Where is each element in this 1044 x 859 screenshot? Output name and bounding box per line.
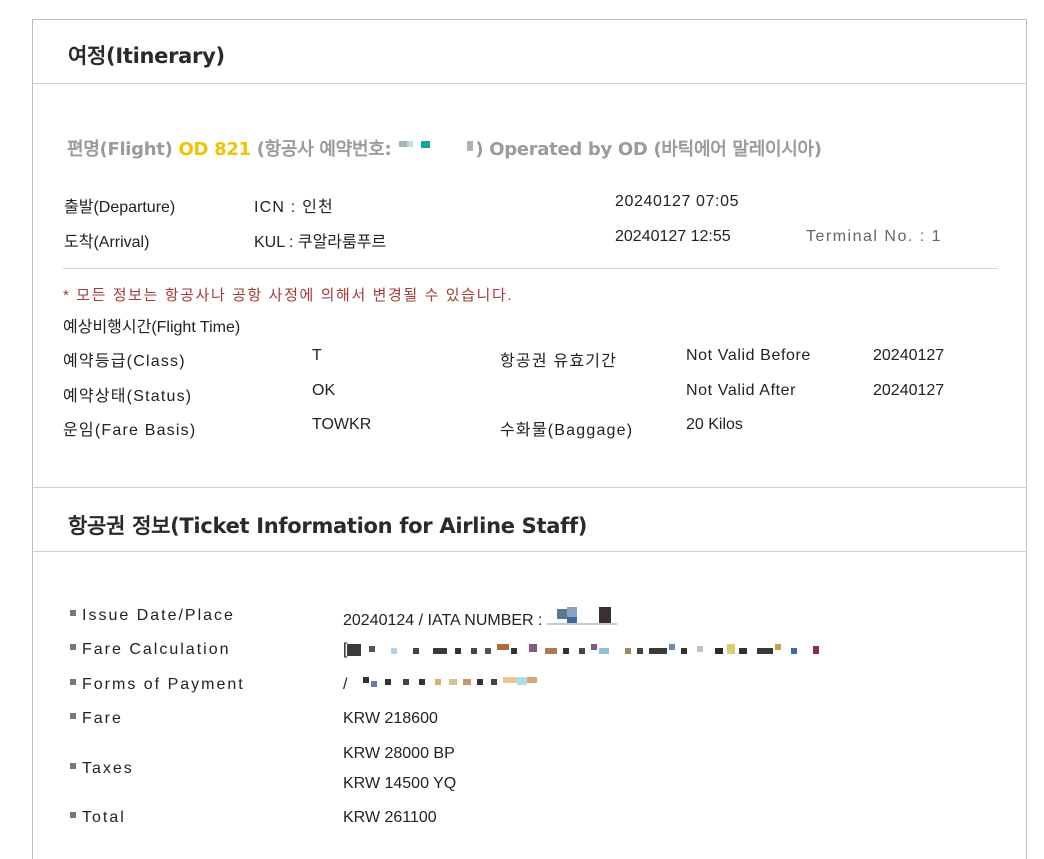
baggage-label: 수화물(Baggage)	[500, 422, 634, 439]
fare-basis-label: 운임(Fare Basis)	[63, 422, 197, 439]
departure-datetime: 20240127 07:05	[615, 193, 740, 210]
status-value: OK	[312, 382, 336, 399]
redacted-payment-info	[361, 676, 551, 693]
issue-date-value: 20240124 / IATA NUMBER :	[343, 607, 619, 630]
fare-calculation-label: Fare Calculation	[70, 641, 231, 659]
tax-yq-value: KRW 14500 YQ	[343, 775, 457, 792]
validity-label: 항공권 유효기간	[500, 353, 618, 370]
fare-basis-value: TOWKR	[312, 416, 372, 433]
arrival-terminal: Terminal No. : 1	[806, 228, 943, 245]
flight-time-label: 예상비행시간(Flight Time)	[63, 319, 241, 336]
itinerary-header: 여정(Itinerary)	[32, 19, 1027, 84]
not-valid-after-label: Not Valid After	[686, 382, 797, 399]
redacted-booking-number	[397, 141, 475, 159]
class-label: 예약등급(Class)	[63, 353, 186, 370]
not-valid-before-value: 20240127	[873, 347, 945, 364]
total-value: KRW 261100	[343, 809, 437, 826]
class-value: T	[312, 347, 322, 364]
flight-number: OD 821	[178, 139, 251, 160]
arrival-place: KUL : 쿠알라룸푸르	[254, 234, 387, 251]
ticket-info-title: 항공권 정보(Ticket Information for Airline St…	[68, 514, 588, 538]
flight-line: 편명(Flight) OD 821 (항공사 예약번호: ) Operated …	[67, 135, 822, 161]
itinerary-title: 여정(Itinerary)	[68, 44, 225, 68]
flight-prefix: 편명(Flight)	[67, 139, 179, 160]
issue-date-label: Issue Date/Place	[70, 607, 235, 625]
redacted-iata-number	[546, 607, 619, 629]
change-notice: * 모든 정보는 항공사나 공항 사정에 의해서 변경될 수 있습니다.	[63, 287, 514, 304]
forms-of-payment-label: Forms of Payment	[70, 676, 245, 694]
forms-of-payment-value: /	[343, 676, 551, 694]
status-label: 예약상태(Status)	[63, 388, 193, 405]
issue-date-text: 20240124 / IATA NUMBER :	[343, 612, 547, 629]
fare-label: Fare	[70, 710, 123, 728]
arrival-label: 도착(Arrival)	[64, 234, 150, 251]
total-label: Total	[70, 809, 126, 827]
departure-label: 출발(Departure)	[64, 199, 176, 216]
ticket-info-header: 항공권 정보(Ticket Information for Airline St…	[32, 487, 1027, 552]
fare-value: KRW 218600	[343, 710, 438, 727]
taxes-label: Taxes	[70, 760, 134, 778]
fare-calculation-value: [	[343, 641, 822, 659]
tax-bp-value: KRW 28000 BP	[343, 745, 455, 762]
arrival-datetime: 20240127 12:55	[615, 228, 731, 245]
operated-by: ) Operated by OD (바틱에어 말레이시아)	[475, 139, 822, 160]
departure-place: ICN : 인천	[254, 199, 334, 216]
baggage-value: 20 Kilos	[686, 416, 743, 433]
redacted-fare-calculation	[347, 642, 822, 658]
itinerary-divider	[63, 268, 998, 269]
not-valid-before-label: Not Valid Before	[686, 347, 811, 364]
not-valid-after-value: 20240127	[873, 382, 945, 399]
forms-of-payment-text: /	[343, 676, 348, 693]
booking-label: (항공사 예약번호:	[250, 139, 398, 160]
